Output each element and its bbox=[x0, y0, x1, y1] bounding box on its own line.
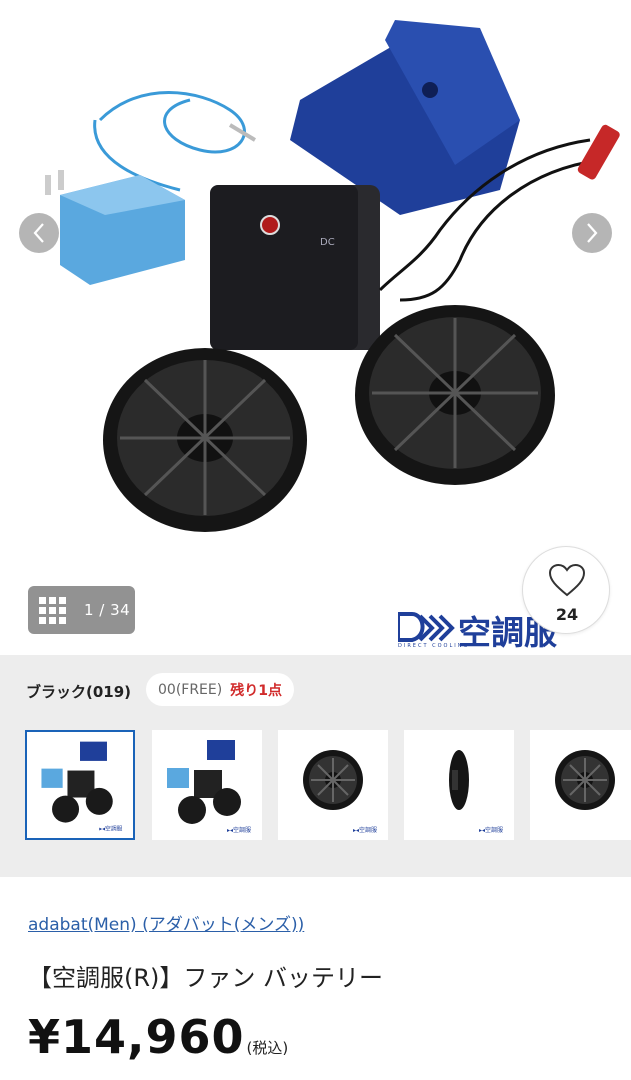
size-option-chip[interactable]: 00(FREE) 残り1点 bbox=[146, 673, 294, 706]
fan-right-illustration bbox=[355, 305, 555, 485]
thumbnail-image: ▸◂空調服 bbox=[449, 750, 503, 834]
favorite-count: 24 bbox=[555, 605, 579, 624]
svg-text:▸◂空調服: ▸◂空調服 bbox=[479, 826, 503, 834]
svg-text:▸◂空調服: ▸◂空調服 bbox=[99, 824, 122, 832]
grid-icon bbox=[39, 596, 66, 624]
svg-text:DC: DC bbox=[320, 237, 335, 248]
image-counter-text: 1 / 34 bbox=[84, 601, 131, 619]
favorite-button[interactable]: 24 bbox=[522, 546, 610, 634]
charger-illustration bbox=[45, 170, 185, 285]
heart-icon bbox=[548, 563, 586, 597]
next-image-button[interactable] bbox=[572, 213, 612, 253]
product-image-gallery[interactable]: DC 空調服 DIRECT COOLING 1 / 34 24 bbox=[0, 0, 631, 655]
thumbnail-image: ▸◂空調服 bbox=[167, 740, 251, 834]
thumbnail-2[interactable]: ▸◂空調服 bbox=[152, 730, 262, 840]
thumbnail-image: ▸◂空調服 bbox=[41, 741, 123, 832]
price-block: ¥14,960 (税込) bbox=[28, 1010, 288, 1064]
color-label: ブラック(019) bbox=[26, 683, 132, 701]
brand-link[interactable]: adabat(Men) (アダバット(メンズ)) bbox=[28, 910, 304, 935]
fan-left-illustration bbox=[103, 348, 307, 532]
thumbnail-3[interactable]: ▸◂空調服 bbox=[278, 730, 388, 840]
thumbnail-4[interactable]: ▸◂空調服 bbox=[404, 730, 514, 840]
thumbnail-1[interactable]: ▸◂空調服 bbox=[25, 730, 135, 840]
svg-text:▸◂空調服: ▸◂空調服 bbox=[227, 826, 251, 834]
chevron-left-icon bbox=[33, 223, 44, 243]
size-label: 00(FREE) bbox=[158, 681, 223, 698]
image-counter-button[interactable]: 1 / 34 bbox=[28, 586, 135, 634]
previous-image-button[interactable] bbox=[19, 213, 59, 253]
thumbnail-image bbox=[555, 750, 615, 810]
price-value: ¥14,960 bbox=[28, 1010, 245, 1064]
product-title: 【空調服(R)】ファン バッテリー bbox=[28, 964, 384, 992]
thumbnail-image: ▸◂空調服 bbox=[303, 750, 377, 834]
battery-illustration: DC bbox=[210, 185, 380, 350]
svg-text:▸◂空調服: ▸◂空調服 bbox=[353, 826, 377, 834]
chevron-right-icon bbox=[587, 223, 598, 243]
tax-label: (税込) bbox=[246, 1039, 289, 1057]
thumbnail-5[interactable] bbox=[530, 730, 631, 840]
stock-badge: 残り1点 bbox=[230, 682, 282, 699]
brand-logo-tagline: DIRECT COOLING bbox=[398, 643, 470, 649]
